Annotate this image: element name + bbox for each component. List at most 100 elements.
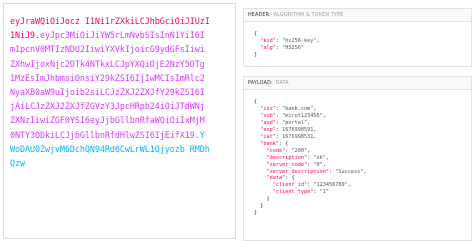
json-punctuation: : { (279, 140, 289, 147)
header-label-title: HEADER: (248, 13, 271, 18)
json-punctuation: , (325, 154, 329, 161)
json-line: "code": "200", (254, 148, 366, 155)
json-key: "alg" (254, 44, 276, 51)
json-key: "kid" (254, 37, 276, 44)
json-line: "client_id": "123456789", (254, 182, 366, 189)
json-line: } (254, 210, 366, 217)
encoded-token-line: 1NiJ9.eyJpc3MiOiJiYW5rLmNvbSIsInN1YiI6I (10, 28, 232, 42)
json-punctuation: , (313, 133, 317, 140)
json-line: "aud": "portal", (254, 120, 366, 127)
json-line: "server_description": "Success", (254, 169, 366, 176)
json-key: "bank" (254, 140, 279, 147)
json-value: "portal" (282, 119, 308, 126)
json-line: "exp": 1676998591, (254, 127, 366, 134)
json-key: "iat" (254, 133, 276, 140)
encoded-header-segment: eyJraWQiOiJocz I1Ni1rZXkiLCJhbGciOiJIUzI (10, 16, 210, 26)
json-value: 1676998531 (282, 133, 314, 140)
json-value: "1" (319, 189, 329, 196)
json-punctuation: , (307, 119, 311, 126)
json-value: "hs256-key" (282, 37, 317, 44)
json-line: { (254, 31, 320, 38)
json-punctuation: , (363, 168, 367, 175)
encoded-signature-segment: Qzw (10, 157, 25, 168)
json-value: "bank.com" (282, 105, 314, 112)
json-value: "ok" (313, 154, 326, 161)
json-value: "HS256" (282, 44, 304, 51)
json-line: "sub": "mirut123456", (254, 113, 366, 120)
json-punctuation: { (254, 31, 258, 37)
encoded-payload-segment: m1pcnV0MTIzNDU2IiwiYXVkIjoicG9ydGFsIiwi (10, 44, 205, 55)
json-punctuation: , (307, 147, 311, 154)
encoded-signature-segment: Y (199, 129, 205, 140)
json-key: "iss" (254, 105, 276, 112)
encoded-payload-segment: 0NTY3ODkiLCJjbGllbnRfdHlwZSI6IjEifX19. (10, 129, 200, 140)
json-line: } (254, 196, 366, 203)
json-key: "client_id" (254, 182, 308, 189)
json-punctuation: } (254, 203, 264, 210)
encoded-signature-segment: WoDAU0ZwjvM6DchQN94Rd6CwLrWL1Qjyozb RMDh (10, 143, 210, 154)
encoded-token-panel[interactable]: eyJraWQiOiJocz I1Ni1rZXkiLCJhbGciOiJIUzI… (3, 3, 236, 239)
json-line: "description": "ok", (254, 155, 366, 162)
encoded-payload-segment: ZXhwIjoxNjc2OTk4NTkxLCJpYXQiOjE2NzY5OTg (10, 58, 205, 69)
json-punctuation: , (322, 161, 326, 168)
encoded-token-line: m1pcnV0MTIzNDU2IiwiYXVkIjoicG9ydGFsIiwi (10, 42, 232, 56)
json-punctuation: , (322, 112, 326, 119)
json-line: "server_code": "0", (254, 162, 366, 169)
encoded-token-line: ZXNzIiwiZGF0YSI6eyJjbGllbnRfaWQiOiIxMjM (10, 113, 232, 127)
json-line: "kid": "hs256-key", (254, 37, 320, 45)
json-value: 1676998591 (282, 126, 314, 133)
json-line: "iss": "bank.com", (254, 106, 366, 113)
encoded-payload-segment: eyJpc3MiOiJiYW5rLmNvbSIsInN1YiI6I (39, 30, 205, 41)
json-value: "mirut123456" (282, 112, 323, 119)
json-punctuation: } (254, 210, 258, 217)
json-line: "alg": "HS256" (254, 45, 320, 52)
encoded-token-line: WoDAU0ZwjvM6DchQN94Rd6CwLrWL1Qjyozb RMDh (10, 142, 232, 156)
json-punctuation: , (316, 37, 320, 44)
json-line: "iat": 1676998531, (254, 134, 366, 141)
json-value: "200" (291, 147, 308, 154)
json-line: "data": { (254, 175, 366, 182)
encoded-header-segment: 1NiJ9. (10, 30, 40, 41)
json-punctuation: , (347, 182, 351, 189)
payload-json-content[interactable]: { "iss": "bank.com", "sub": "mirut123456… (254, 99, 366, 217)
json-key: "code" (254, 147, 286, 154)
json-key: "exp" (254, 126, 276, 133)
header-json-editor[interactable]: { "kid": "hs256-key", "alg": "HS256"} (243, 22, 472, 67)
json-key: "client_type" (254, 189, 314, 196)
encoded-payload-segment: 1MzEsImJhbmsiOnsiY29kZSI6IjIwMCIsImRlc2 (10, 72, 205, 83)
json-key: "sub" (254, 112, 276, 119)
encoded-payload-segment: NyaXB0aW9uIjoib2siLCJzZXJ2ZXJfY29kZSI6I (10, 86, 205, 97)
encoded-token-line: 0NTY3ODkiLCJjbGllbnRfdHlwZSI6IjEifX19.Y (10, 128, 232, 142)
json-line: } (254, 52, 320, 59)
json-key: "description" (254, 154, 308, 161)
json-value: "0" (313, 161, 323, 168)
encoded-token-line: eyJraWQiOiJocz I1Ni1rZXkiLCJhbGciOiJIUzI (10, 14, 232, 28)
json-punctuation: { (254, 99, 258, 105)
header-section-label: HEADER: ALGORITHM & TOKEN TYPE (243, 8, 472, 22)
json-punctuation: } (254, 51, 258, 58)
json-punctuation: : { (285, 175, 295, 182)
json-line: "bank": { (254, 141, 366, 148)
header-label-subtitle: ALGORITHM & TOKEN TYPE (273, 13, 344, 18)
encoded-token-line: Qzw (10, 156, 232, 170)
json-punctuation: } (254, 196, 270, 203)
encoded-payload-segment: jAiLCJzZXJ2ZXJfZGVzY3JpcHRpb24iOiJTdWNj (10, 101, 205, 112)
json-key: "server_description" (254, 168, 329, 175)
encoded-token-line: 1MzEsImJhbmsiOnsiY29kZSI6IjIwMCIsImRlc2 (10, 71, 232, 85)
json-line: "client_type": "1" (254, 189, 366, 196)
payload-label-title: PAYLOAD: (248, 81, 273, 86)
encoded-token-textarea[interactable]: eyJraWQiOiJocz I1Ni1rZXkiLCJhbGciOiJIUzI… (10, 14, 232, 170)
decoded-panel: HEADER: ALGORITHM & TOKEN TYPE { "kid": … (243, 3, 472, 241)
json-key: "data" (254, 175, 286, 182)
header-json-content[interactable]: { "kid": "hs256-key", "alg": "HS256"} (254, 31, 320, 59)
encoded-payload-segment: ZXNzIiwiZGF0YSI6eyJjbGllbnRfaWQiOiIxMjM (10, 115, 205, 126)
encoded-token-line: ZXhwIjoxNjc2OTk4NTkxLCJpYXQiOjE2NzY5OTg (10, 57, 232, 71)
json-key: "server_code" (254, 161, 308, 168)
json-key: "aud" (254, 119, 276, 126)
payload-json-editor[interactable]: { "iss": "bank.com", "sub": "mirut123456… (243, 90, 472, 241)
payload-section-label: PAYLOAD: DATA (243, 76, 472, 90)
encoded-token-line: jAiLCJzZXJ2ZXJfZGVzY3JpcHRpb24iOiJTdWNj (10, 99, 232, 113)
json-punctuation: , (313, 126, 317, 133)
json-value: "Success" (335, 168, 364, 175)
json-punctuation: , (313, 105, 317, 112)
